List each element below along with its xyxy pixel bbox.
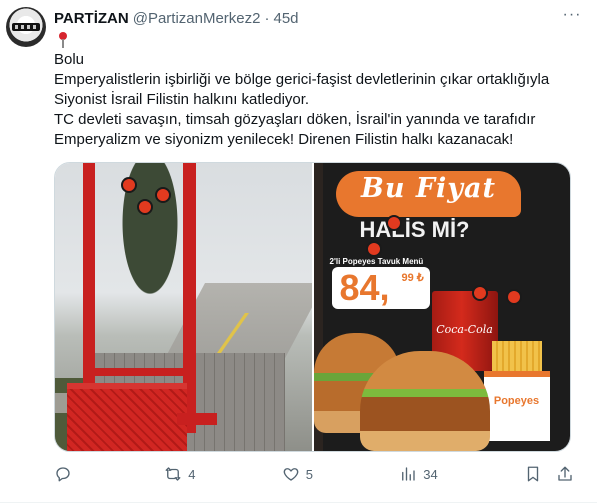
bookmark-icon xyxy=(527,466,539,482)
share-icon xyxy=(558,466,572,481)
reply-icon xyxy=(56,467,70,482)
round-pushpin-icon xyxy=(56,30,70,50)
tweet-actions: 4 5 34 xyxy=(54,462,574,486)
ad-drink-label: Coca-Cola xyxy=(436,323,493,336)
sticker xyxy=(385,215,402,231)
tweet-text-line: Emperyalistlerin işbirliği ve bölge geri… xyxy=(54,71,550,88)
header-separator: · xyxy=(264,9,270,27)
repost-count: 4 xyxy=(188,466,196,482)
repost-icon xyxy=(165,467,181,481)
sticker xyxy=(121,177,137,193)
views-chart-icon xyxy=(402,467,415,481)
ad-banner-text: Bu Fiyat xyxy=(361,173,496,204)
ad-brand-label: Popeyes xyxy=(493,395,540,407)
reply-button[interactable] xyxy=(54,462,78,486)
sticker xyxy=(155,187,171,203)
share-button[interactable] xyxy=(556,462,574,486)
ad-menu-text: 2'li Popeyes Tavuk Menü xyxy=(329,257,424,266)
photo-popeyes-ad[interactable]: Bu Fiyat HALİS Mİ? 2'li Popeyes Tavuk Me… xyxy=(313,163,570,451)
tweet-text: Bolu Emperyalistlerin işbirliği ve bölge… xyxy=(54,50,574,150)
author-handle[interactable]: @PartizanMerkez2 xyxy=(133,10,261,27)
author-avatar[interactable] xyxy=(6,7,46,47)
sticker xyxy=(365,241,382,257)
views-count: 34 xyxy=(423,466,438,482)
tweet-text-line: TC devleti savaşın, timsah gözyaşları dö… xyxy=(54,111,536,128)
like-button[interactable]: 5 xyxy=(282,462,313,486)
right-actions xyxy=(524,462,574,486)
photo-bus-stop[interactable] xyxy=(55,163,312,451)
views-button[interactable]: 34 xyxy=(399,462,438,486)
repost-button[interactable]: 4 xyxy=(164,462,196,486)
post-time[interactable]: 45d xyxy=(274,10,299,27)
ad-question-text: HALİS Mİ? xyxy=(359,217,470,242)
ad-price: 84, xyxy=(339,267,390,308)
heart-icon xyxy=(283,468,299,481)
bookmark-button[interactable] xyxy=(524,462,542,486)
author-name[interactable]: PARTİZAN xyxy=(54,10,129,27)
media-grid: Bu Fiyat HALİS Mİ? 2'li Popeyes Tavuk Me… xyxy=(54,162,571,452)
tweet-text-line: Bolu xyxy=(54,51,85,68)
tweet[interactable]: PARTİZAN @PartizanMerkez2 · 45d ··· Bolu… xyxy=(0,0,597,503)
tweet-text-line: Siyonist İsrail Filistin halkını katledi… xyxy=(54,91,310,108)
sticker xyxy=(505,289,522,305)
ad-price-cents: 99 ₺ xyxy=(401,272,424,284)
more-options-icon[interactable]: ··· xyxy=(561,7,583,28)
tweet-text-line: Emperyalizm ve siyonizm yenilecek! Diren… xyxy=(54,131,514,148)
tweet-header: PARTİZAN @PartizanMerkez2 · 45d xyxy=(54,8,299,28)
like-count: 5 xyxy=(305,466,313,482)
sticker xyxy=(137,199,153,215)
sticker xyxy=(471,285,488,301)
